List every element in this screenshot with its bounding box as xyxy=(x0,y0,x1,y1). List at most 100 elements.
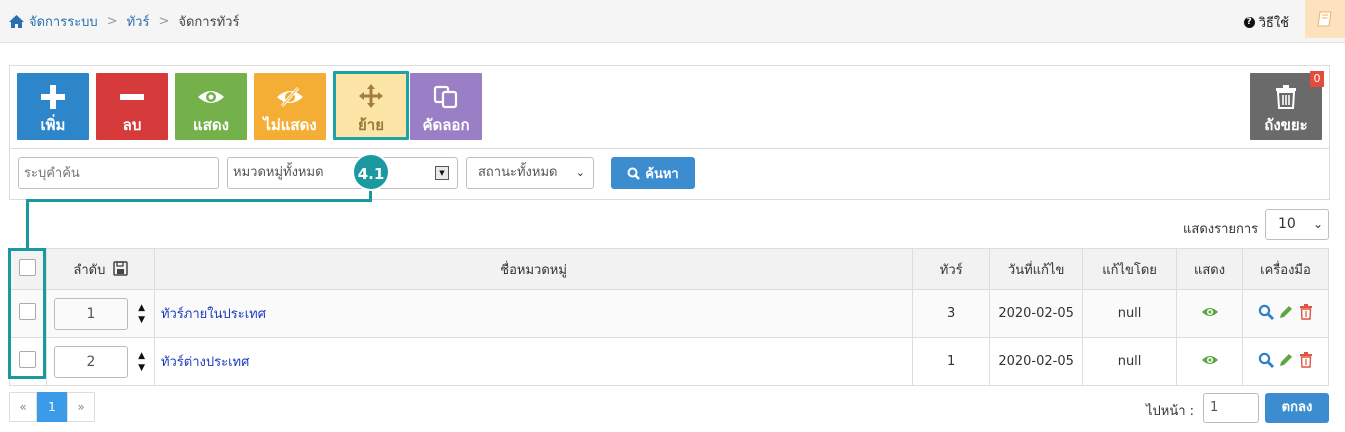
visible-cell xyxy=(1176,289,1243,338)
page-size-label: แสดงรายการ xyxy=(1183,222,1259,237)
hide-label: ไม่แสดง xyxy=(263,116,317,134)
goto-page-input[interactable]: 1 xyxy=(1203,393,1259,423)
page-size-value: 10 xyxy=(1278,216,1296,232)
trash-label: ถังขยะ xyxy=(1264,116,1308,134)
toolbar-divider xyxy=(10,148,1329,149)
table-row: 2 ▲ ▼ ทัวร์ต่างประเทศ 1 2020-02-05 null xyxy=(9,337,1330,386)
breadcrumb-tours[interactable]: ทัวร์ xyxy=(127,11,150,32)
category-link[interactable]: ทัวร์ต่างประเทศ xyxy=(161,355,249,370)
tours-header: ทัวร์ xyxy=(912,248,991,290)
order-header: ลำดับ xyxy=(45,248,155,290)
add-button[interactable]: เพิ่ม xyxy=(17,73,89,140)
breadcrumb-separator: > xyxy=(106,14,118,29)
status-select[interactable]: สถานะทั้งหมด ⌄ xyxy=(466,157,594,189)
date-header: วันที่แก้ไข xyxy=(989,248,1084,290)
pencil-icon[interactable] xyxy=(1278,304,1294,320)
annotation-highlight-box xyxy=(8,248,46,379)
name-header: ชื่อหมวดหมู่ xyxy=(153,248,914,290)
trash-icon[interactable] xyxy=(1299,303,1313,320)
order-cell: 2 ▲ ▼ xyxy=(45,337,155,386)
table-row: 1 ▲ ▼ ทัวร์ภายในประเทศ 3 2020-02-05 null xyxy=(9,289,1330,338)
editor-cell: null xyxy=(1082,337,1178,386)
breadcrumb-home[interactable]: จัดการระบบ xyxy=(29,11,98,32)
order-stepper[interactable]: ▲ ▼ xyxy=(138,302,145,326)
tools-header: เครื่องมือ xyxy=(1241,248,1330,290)
pencil-icon[interactable] xyxy=(1278,352,1294,368)
category-table: ลำดับ ชื่อหมวดหมู่ ทัวร์ วันที่แก้ไข แก้… xyxy=(9,248,1330,386)
category-select[interactable]: หมวดหมู่ทั้งหมด ▼ xyxy=(227,157,458,189)
trash-icon[interactable] xyxy=(1299,351,1313,368)
help-link[interactable]: ? วิธีใช้ xyxy=(1243,12,1289,33)
order-input[interactable]: 1 xyxy=(53,297,128,330)
book-icon xyxy=(1317,11,1332,27)
arrow-up-icon[interactable]: ▲ xyxy=(138,351,145,361)
copy-button[interactable]: คัดลอก xyxy=(410,73,482,140)
order-header-label: ลำดับ xyxy=(73,262,106,278)
go-button[interactable]: ตกลง xyxy=(1265,393,1329,423)
help-label: วิธีใช้ xyxy=(1258,16,1289,31)
page-button[interactable]: 1 xyxy=(37,392,67,422)
breadcrumb-separator: > xyxy=(158,14,170,29)
minus-icon xyxy=(120,94,144,100)
hide-button[interactable]: ไม่แสดง xyxy=(254,73,326,140)
arrow-up-icon[interactable]: ▲ xyxy=(138,303,145,313)
chevron-down-icon: ⌄ xyxy=(1312,217,1323,231)
editor-cell: null xyxy=(1082,289,1178,338)
visible-header: แสดง xyxy=(1176,248,1243,290)
delete-button[interactable]: ลบ xyxy=(96,73,168,140)
manual-button[interactable] xyxy=(1305,0,1345,38)
save-icon[interactable] xyxy=(112,260,128,276)
category-select-value: หมวดหมู่ทั้งหมด xyxy=(233,165,324,180)
toolbar-panel: เพิ่ม ลบ แสดง ไม่แสดง ย้าย คัดลอก 0 ถังข… xyxy=(9,65,1330,200)
top-bar: จัดการระบบ > ทัวร์ > จัดการทัวร์ ? วิธีใ… xyxy=(0,0,1345,43)
tools-cell xyxy=(1241,289,1330,338)
chevron-down-icon: ▼ xyxy=(435,166,449,180)
annotation-marker: 4.1 xyxy=(352,153,390,191)
date-cell: 2020-02-05 xyxy=(989,337,1084,386)
table-header-row: ลำดับ ชื่อหมวดหมู่ ทัวร์ วันที่แก้ไข แก้… xyxy=(9,248,1330,290)
copy-label: คัดลอก xyxy=(422,116,470,134)
search-button-label: ค้นหา xyxy=(645,166,679,182)
move-label: ย้าย xyxy=(357,116,384,134)
trash-count-badge: 0 xyxy=(1310,71,1324,87)
name-cell: ทัวร์ต่างประเทศ xyxy=(153,337,914,386)
breadcrumb-current: จัดการทัวร์ xyxy=(178,15,240,30)
order-cell: 1 ▲ ▼ xyxy=(45,289,155,338)
eye-icon[interactable] xyxy=(1201,306,1219,318)
delete-label: ลบ xyxy=(122,116,142,134)
eye-icon[interactable] xyxy=(1201,354,1219,366)
arrow-down-icon[interactable]: ▼ xyxy=(138,315,145,325)
chevron-down-icon: ⌄ xyxy=(575,166,585,179)
breadcrumb: จัดการระบบ > ทัวร์ > จัดการทัวร์ xyxy=(8,11,239,32)
next-page-button[interactable]: » xyxy=(67,392,95,422)
annotation-connector xyxy=(26,199,29,250)
eye-slash-icon xyxy=(277,87,303,107)
tours-cell: 1 xyxy=(912,337,991,386)
prev-page-button[interactable]: « xyxy=(9,392,37,422)
page-size-select[interactable]: 10 ⌄ xyxy=(1265,209,1329,240)
trash-button[interactable]: 0 ถังขยะ xyxy=(1250,71,1324,140)
visible-cell xyxy=(1176,337,1243,386)
search-button[interactable]: ค้นหา xyxy=(611,157,695,189)
add-label: เพิ่ม xyxy=(40,116,66,134)
tours-cell: 3 xyxy=(912,289,991,338)
editor-header: แก้ไขโดย xyxy=(1082,248,1178,290)
arrow-down-icon[interactable]: ▼ xyxy=(138,363,145,373)
trash-icon xyxy=(1276,85,1296,109)
search-icon[interactable] xyxy=(1258,352,1275,368)
order-stepper[interactable]: ▲ ▼ xyxy=(138,350,145,374)
search-icon xyxy=(627,167,641,180)
eye-icon xyxy=(198,91,224,103)
pagination: « 1 » xyxy=(9,392,95,422)
category-link[interactable]: ทัวร์ภายในประเทศ xyxy=(161,307,266,322)
order-input[interactable]: 2 xyxy=(53,345,128,378)
keyword-input[interactable] xyxy=(18,157,219,189)
move-button[interactable]: ย้าย xyxy=(333,71,409,140)
copy-icon xyxy=(433,85,458,109)
search-icon[interactable] xyxy=(1258,304,1275,320)
goto-page-label: ไปหน้า : xyxy=(1146,404,1195,419)
date-cell: 2020-02-05 xyxy=(989,289,1084,338)
show-button[interactable]: แสดง xyxy=(175,73,247,140)
annotation-connector xyxy=(26,199,372,202)
home-icon xyxy=(9,15,24,28)
